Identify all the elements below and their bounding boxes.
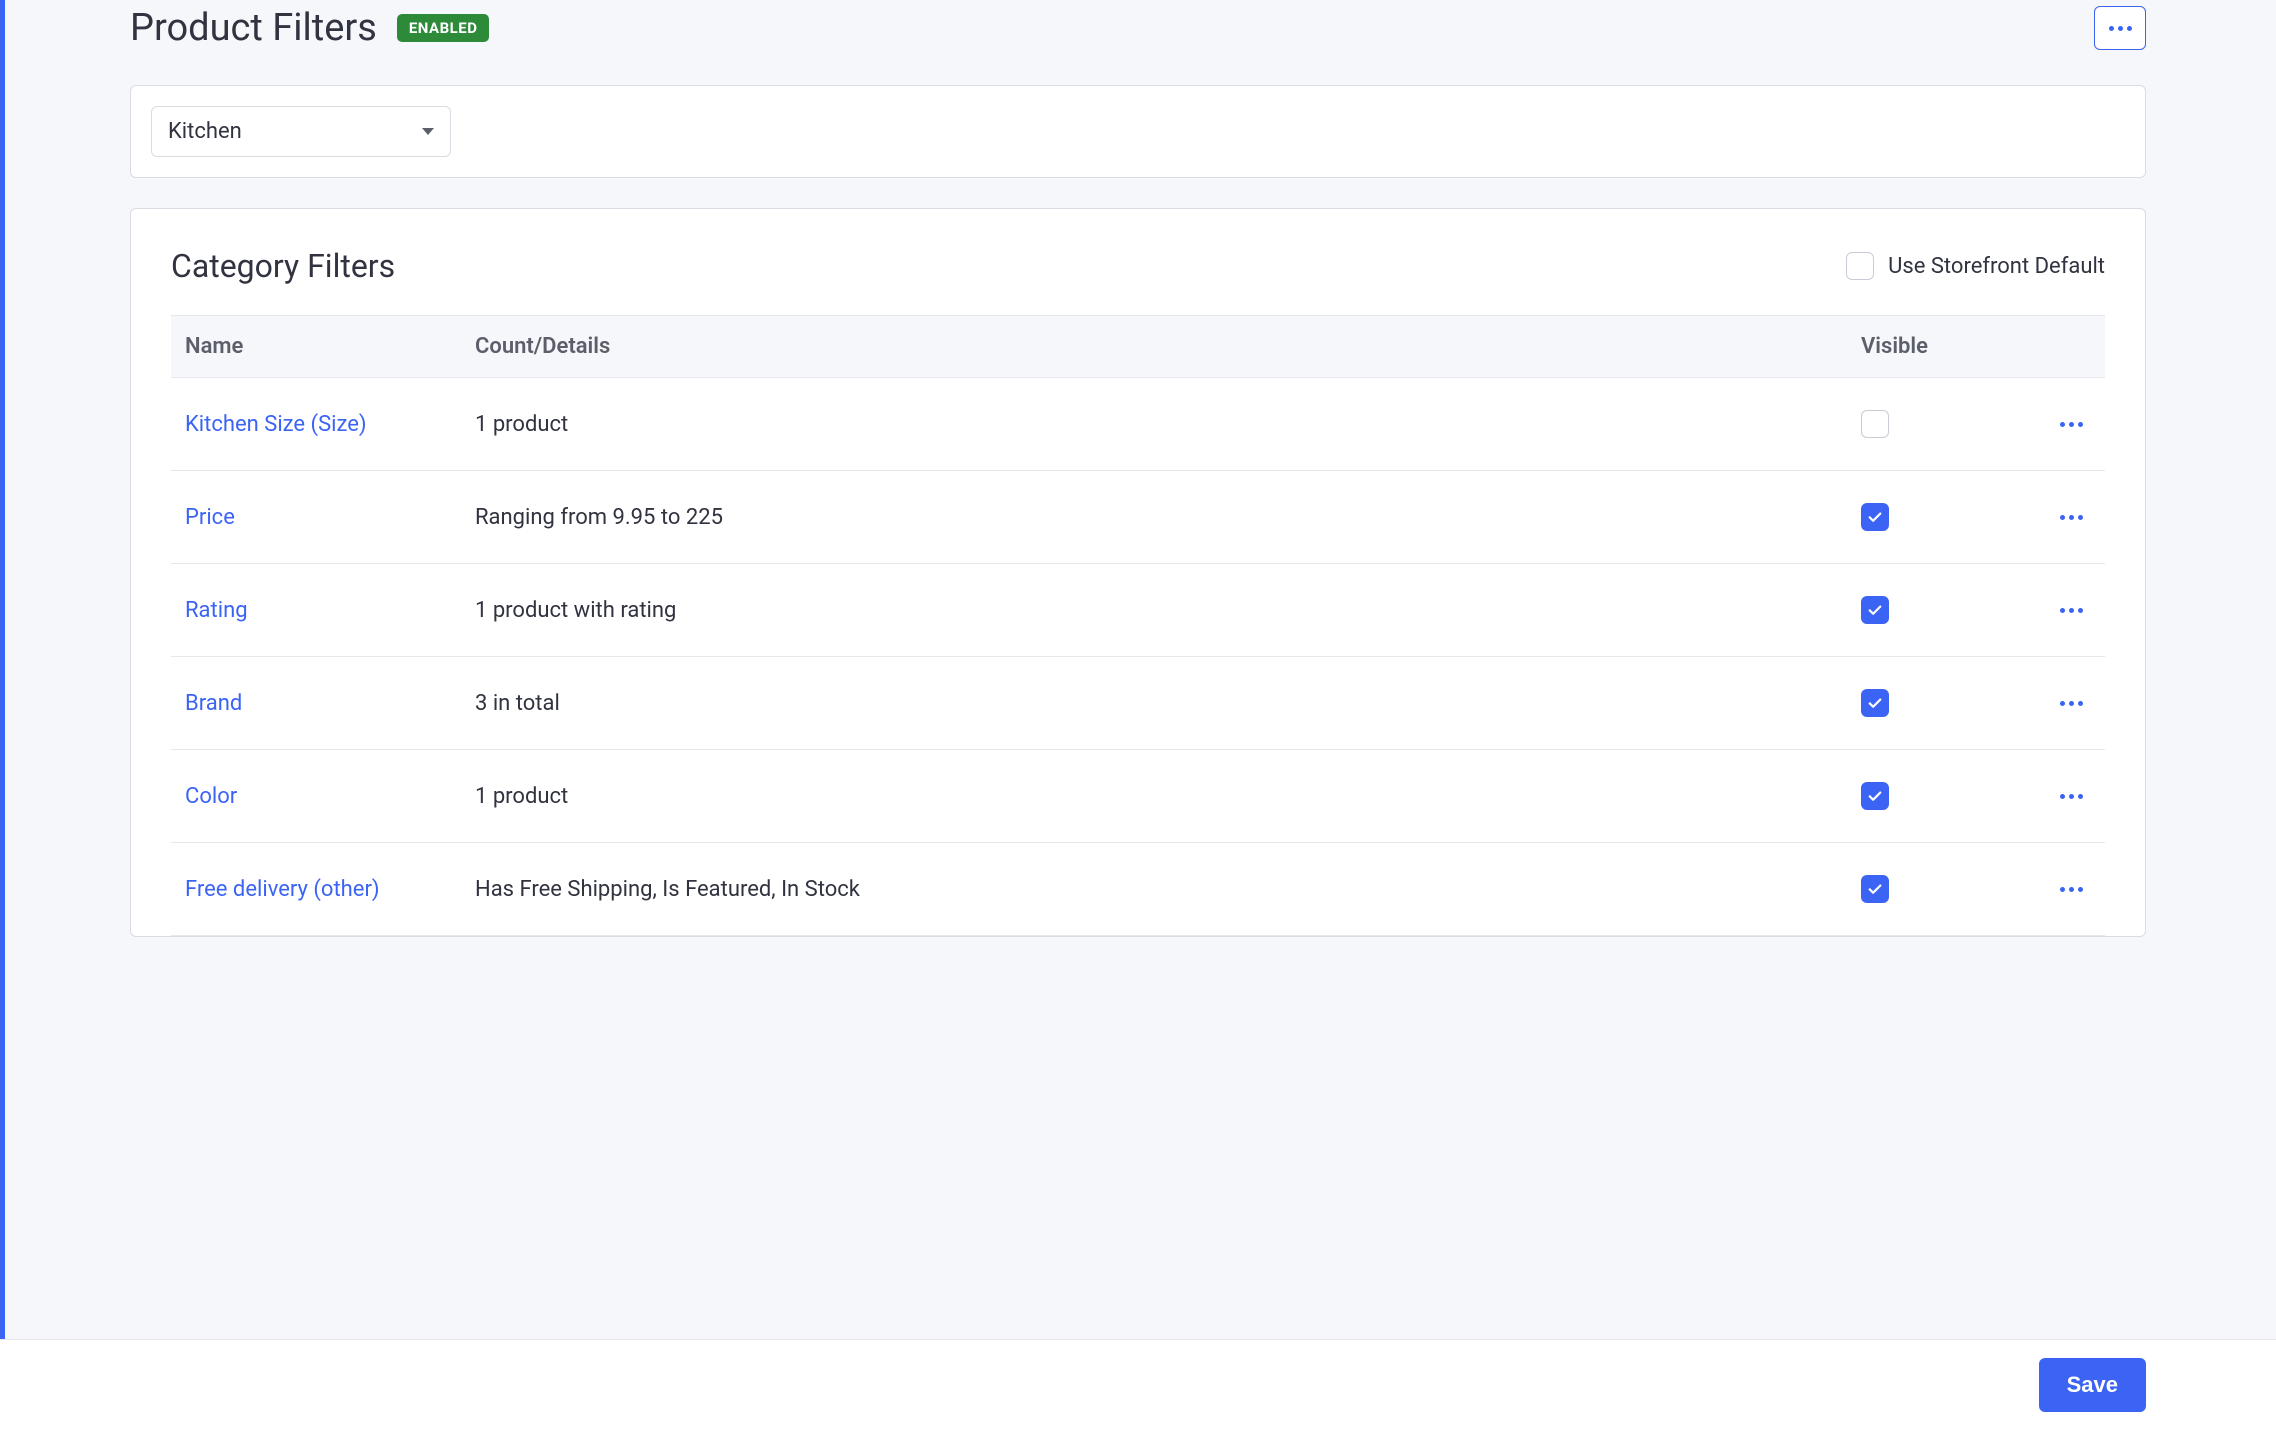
ellipsis-icon bbox=[2069, 794, 2074, 799]
table-row: Free delivery (other) Has Free Shipping, … bbox=[171, 843, 2105, 936]
filter-details: Ranging from 9.95 to 225 bbox=[461, 471, 1847, 564]
ellipsis-icon bbox=[2078, 701, 2083, 706]
filter-name-link[interactable]: Rating bbox=[185, 598, 248, 623]
visible-checkbox[interactable] bbox=[1861, 596, 1889, 624]
ellipsis-icon bbox=[2069, 701, 2074, 706]
ellipsis-icon bbox=[2078, 794, 2083, 799]
row-actions-button[interactable] bbox=[2051, 683, 2091, 723]
ellipsis-icon bbox=[2069, 887, 2074, 892]
table-row: Color 1 product bbox=[171, 750, 2105, 843]
ellipsis-icon bbox=[2127, 26, 2132, 31]
row-actions-button[interactable] bbox=[2051, 590, 2091, 630]
th-actions bbox=[2037, 316, 2105, 378]
category-filters-title: Category Filters bbox=[171, 247, 395, 285]
category-select-card: Kitchen bbox=[130, 85, 2146, 178]
use-default-label: Use Storefront Default bbox=[1888, 254, 2105, 279]
page-title: Product Filters bbox=[130, 6, 377, 50]
category-filters-card: Category Filters Use Storefront Default … bbox=[130, 208, 2146, 937]
row-actions-button[interactable] bbox=[2051, 776, 2091, 816]
table-row: Brand 3 in total bbox=[171, 657, 2105, 750]
ellipsis-icon bbox=[2069, 515, 2074, 520]
ellipsis-icon bbox=[2060, 887, 2065, 892]
select-wrap: Kitchen bbox=[131, 86, 2145, 177]
page-accent bbox=[0, 0, 5, 1430]
filter-name-link[interactable]: Color bbox=[185, 784, 237, 809]
filters-table: Name Count/Details Visible Kitchen Size … bbox=[171, 315, 2105, 936]
title-group: Product Filters ENABLED bbox=[130, 6, 489, 50]
ellipsis-icon bbox=[2060, 422, 2065, 427]
use-default-group[interactable]: Use Storefront Default bbox=[1846, 252, 2105, 280]
filter-name-link[interactable]: Free delivery (other) bbox=[185, 877, 380, 902]
filter-name-link[interactable]: Kitchen Size (Size) bbox=[185, 412, 367, 437]
visible-checkbox[interactable] bbox=[1861, 782, 1889, 810]
ellipsis-icon bbox=[2060, 608, 2065, 613]
filter-details: Has Free Shipping, Is Featured, In Stock bbox=[461, 843, 1847, 936]
filters-header: Category Filters Use Storefront Default bbox=[171, 247, 2105, 285]
filter-name-link[interactable]: Brand bbox=[185, 691, 242, 716]
footer-bar: Save bbox=[0, 1339, 2276, 1430]
table-row: Kitchen Size (Size) 1 product bbox=[171, 378, 2105, 471]
th-count: Count/Details bbox=[461, 316, 1847, 378]
ellipsis-icon bbox=[2078, 608, 2083, 613]
ellipsis-icon bbox=[2069, 608, 2074, 613]
ellipsis-icon bbox=[2078, 887, 2083, 892]
status-badge: ENABLED bbox=[397, 14, 490, 42]
table-row: Rating 1 product with rating bbox=[171, 564, 2105, 657]
filter-details: 1 product bbox=[461, 378, 1847, 471]
save-button[interactable]: Save bbox=[2039, 1358, 2146, 1412]
ellipsis-icon bbox=[2109, 26, 2114, 31]
ellipsis-icon bbox=[2060, 794, 2065, 799]
filter-name-link[interactable]: Price bbox=[185, 505, 235, 530]
filter-details: 3 in total bbox=[461, 657, 1847, 750]
ellipsis-icon bbox=[2078, 422, 2083, 427]
filter-details: 1 product bbox=[461, 750, 1847, 843]
category-select-value: Kitchen bbox=[168, 119, 242, 144]
th-visible: Visible bbox=[1847, 316, 2037, 378]
page-header: Product Filters ENABLED bbox=[0, 0, 2276, 50]
row-actions-button[interactable] bbox=[2051, 497, 2091, 537]
visible-checkbox[interactable] bbox=[1861, 875, 1889, 903]
ellipsis-icon bbox=[2118, 26, 2123, 31]
row-actions-button[interactable] bbox=[2051, 869, 2091, 909]
row-actions-button[interactable] bbox=[2051, 404, 2091, 444]
visible-checkbox[interactable] bbox=[1861, 410, 1889, 438]
filter-details: 1 product with rating bbox=[461, 564, 1847, 657]
category-select[interactable]: Kitchen bbox=[151, 106, 451, 157]
ellipsis-icon bbox=[2069, 422, 2074, 427]
chevron-down-icon bbox=[422, 128, 434, 135]
ellipsis-icon bbox=[2078, 515, 2083, 520]
table-row: Price Ranging from 9.95 to 225 bbox=[171, 471, 2105, 564]
more-actions-button[interactable] bbox=[2094, 6, 2146, 50]
th-name: Name bbox=[171, 316, 461, 378]
ellipsis-icon bbox=[2060, 515, 2065, 520]
visible-checkbox[interactable] bbox=[1861, 503, 1889, 531]
ellipsis-icon bbox=[2060, 701, 2065, 706]
use-default-checkbox[interactable] bbox=[1846, 252, 1874, 280]
visible-checkbox[interactable] bbox=[1861, 689, 1889, 717]
page: Product Filters ENABLED Kitchen Category… bbox=[0, 0, 2276, 1430]
